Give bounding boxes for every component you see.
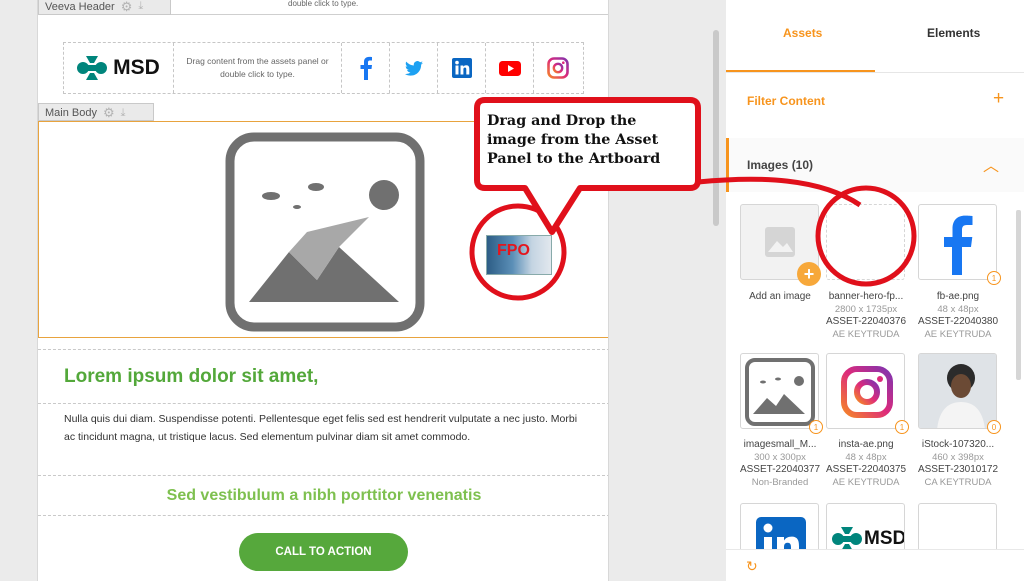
msd-logo-icon bbox=[77, 56, 108, 80]
asset-info: fb-ae.png 48 x 48px ASSET-22040380 AE KE… bbox=[913, 291, 1003, 341]
asset-info: iStock-107320... 460 x 398px ASSET-23010… bbox=[913, 439, 1003, 489]
asset-size: 460 x 398px bbox=[932, 451, 984, 463]
asset-brand: AE KEYTRUDA bbox=[832, 476, 900, 488]
main-body-tab[interactable]: Main Body ⚙ ⤓ bbox=[38, 103, 154, 121]
download-icon[interactable]: ⤓ bbox=[121, 107, 126, 120]
asset-size: 2800 x 1735px bbox=[834, 303, 898, 315]
linkedin-icon[interactable] bbox=[438, 43, 486, 93]
call-to-action-button[interactable]: CALL TO ACTION bbox=[239, 533, 408, 571]
woman-photo-icon bbox=[919, 354, 996, 428]
facebook-icon bbox=[944, 215, 973, 275]
panel-tabs: Assets Elements bbox=[726, 0, 1024, 73]
asset-brand: AE KEYTRUDA bbox=[924, 328, 992, 340]
images-count-label: Images (10) bbox=[747, 158, 814, 172]
gear-icon[interactable]: ⚙ bbox=[121, 0, 133, 15]
section-divider bbox=[38, 349, 608, 350]
section-divider bbox=[38, 475, 608, 476]
artboard-canvas[interactable]: double click to type. Veeva Header ⚙ ⤓ M… bbox=[37, 0, 609, 581]
refresh-icon[interactable]: ↻ bbox=[746, 558, 758, 575]
asset-info: banner-hero-fp... 2800 x 1735px ASSET-22… bbox=[821, 291, 911, 341]
instagram-icon[interactable] bbox=[534, 43, 582, 93]
asset-size: 48 x 48px bbox=[845, 451, 887, 463]
asset-name[interactable]: iStock-107320... bbox=[913, 439, 1003, 452]
panel-footer: ↻ bbox=[726, 549, 1024, 581]
asset-name: Add an image bbox=[749, 291, 811, 302]
section-divider bbox=[38, 515, 608, 516]
asset-name[interactable]: insta-ae.png bbox=[821, 439, 911, 452]
asset-name[interactable]: banner-hero-fp... bbox=[821, 291, 911, 304]
header-drop-hint[interactable]: Drag content from the assets panel or do… bbox=[174, 43, 342, 93]
asset-size: 300 x 300px bbox=[754, 451, 806, 463]
top-hint-text: double click to type. bbox=[288, 0, 359, 8]
asset-thumbnail-dragging[interactable] bbox=[826, 204, 905, 280]
twitter-icon[interactable] bbox=[390, 43, 438, 93]
asset-brand: AE KEYTRUDA bbox=[832, 328, 900, 340]
plus-icon[interactable]: + bbox=[993, 88, 1004, 110]
asset-name[interactable]: fb-ae.png bbox=[913, 291, 1003, 304]
callout-text: Drag and Drop the image from the Asset P… bbox=[487, 113, 661, 167]
add-circle-icon[interactable]: + bbox=[797, 262, 821, 286]
asset-thumbnail-insta[interactable] bbox=[826, 353, 905, 429]
asset-brand: Non-Branded bbox=[751, 476, 809, 488]
panel-scrollbar[interactable] bbox=[1016, 210, 1021, 380]
assets-panel: Assets Elements Filter Content + Images … bbox=[726, 0, 1024, 581]
fpo-label: FPO bbox=[497, 242, 530, 259]
asset-id: ASSET-22040375 bbox=[825, 464, 907, 475]
facebook-icon[interactable] bbox=[342, 43, 390, 93]
msd-logo-text: MSD bbox=[113, 56, 160, 79]
asset-id: ASSET-22040377 bbox=[739, 464, 821, 475]
main-body-label: Main Body bbox=[45, 107, 97, 119]
asset-id: ASSET-22040380 bbox=[917, 316, 999, 327]
usage-count-badge: 1 bbox=[987, 271, 1001, 285]
header-row: MSD Drag content from the assets panel o… bbox=[63, 42, 584, 94]
msd-logo: MSD bbox=[64, 43, 174, 93]
asset-size: 48 x 48px bbox=[937, 303, 979, 315]
download-icon[interactable]: ⤓ bbox=[138, 0, 143, 13]
body-paragraph[interactable]: Nulla quis dui diam. Suspendisse potenti… bbox=[64, 410, 584, 447]
canvas-scrollbar[interactable] bbox=[713, 30, 719, 226]
asset-info: insta-ae.png 48 x 48px ASSET-22040375 AE… bbox=[821, 439, 911, 489]
tab-assets[interactable]: Assets bbox=[783, 26, 822, 40]
dragged-image-thumbnail[interactable]: FPO bbox=[486, 235, 552, 275]
image-placeholder-icon bbox=[745, 358, 815, 426]
asset-id: ASSET-22040376 bbox=[825, 316, 907, 327]
instagram-icon bbox=[841, 366, 893, 418]
asset-thumbnail-fb[interactable] bbox=[918, 204, 997, 280]
active-tab-indicator bbox=[726, 70, 875, 72]
filter-content-label[interactable]: Filter Content bbox=[747, 94, 825, 108]
youtube-icon[interactable] bbox=[486, 43, 534, 93]
asset-id: ASSET-23010172 bbox=[917, 464, 999, 475]
asset-brand: CA KEYTRUDA bbox=[924, 476, 992, 488]
usage-count-badge: 1 bbox=[895, 420, 909, 434]
asset-info: imagesmall_M... 300 x 300px ASSET-220403… bbox=[735, 439, 825, 489]
section-divider bbox=[38, 403, 608, 404]
asset-info: Add an image bbox=[735, 291, 825, 304]
msd-logo-text: MSD bbox=[864, 528, 905, 549]
asset-thumbnail-istock[interactable] bbox=[918, 353, 997, 429]
veeva-header-label: Veeva Header bbox=[45, 0, 115, 13]
chevron-up-icon[interactable]: ︿ bbox=[983, 152, 999, 176]
asset-thumbnail-imagesmall[interactable] bbox=[740, 353, 819, 429]
veeva-header-tab[interactable]: Veeva Header ⚙ ⤓ bbox=[38, 0, 171, 15]
gear-icon[interactable]: ⚙ bbox=[103, 105, 115, 121]
subheading-text[interactable]: Sed vestibulum a nibh porttitor venenati… bbox=[38, 487, 608, 505]
tab-elements[interactable]: Elements bbox=[927, 26, 980, 40]
asset-name[interactable]: imagesmall_M... bbox=[735, 439, 825, 452]
headline-text[interactable]: Lorem ipsum dolor sit amet, bbox=[64, 366, 318, 388]
usage-count-badge: 0 bbox=[987, 420, 1001, 434]
usage-count-badge: 1 bbox=[809, 420, 823, 434]
images-section-header[interactable]: Images (10) ︿ bbox=[726, 138, 1024, 192]
